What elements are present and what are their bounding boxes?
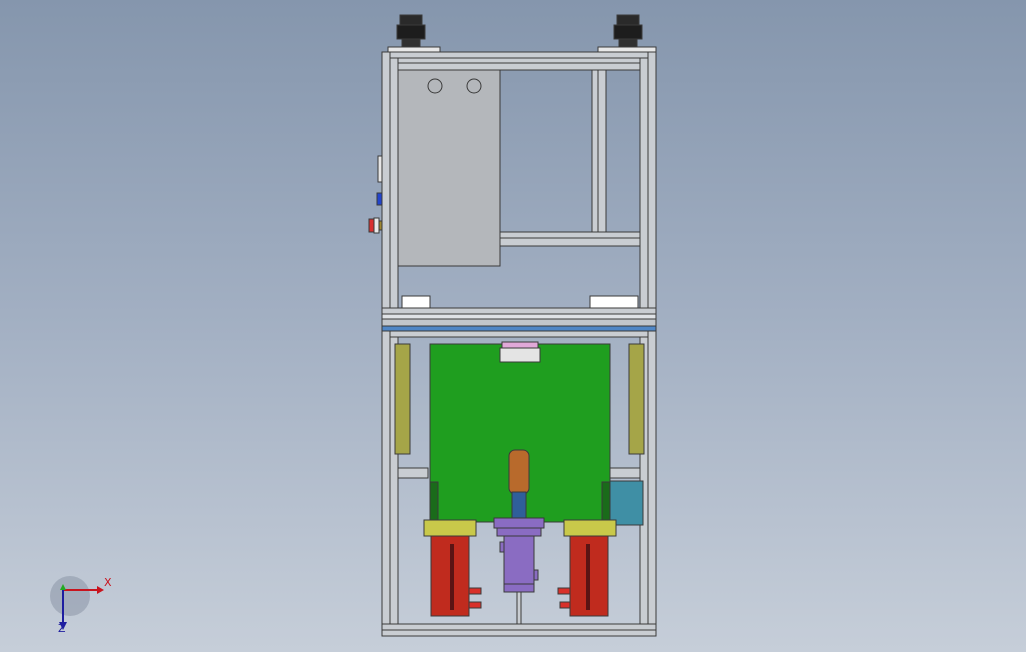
axis-z-label: Z bbox=[58, 622, 66, 635]
cable-gland-right bbox=[597, 14, 657, 53]
side-guide-left bbox=[394, 343, 411, 455]
coupling bbox=[511, 491, 527, 519]
drive-motor-box bbox=[609, 480, 644, 526]
cylinder-mount-plate-right bbox=[563, 519, 617, 537]
blue-indicator-light bbox=[376, 192, 383, 206]
emergency-stop-button bbox=[368, 217, 383, 234]
machine-assembly-front-view bbox=[50, 14, 657, 637]
side-switch bbox=[377, 155, 383, 183]
center-cylinder bbox=[493, 517, 545, 625]
cad-viewport[interactable]: X Z bbox=[0, 0, 1026, 652]
mid-plate bbox=[381, 313, 657, 332]
cylinder-label-left bbox=[450, 544, 454, 610]
block-shadow-right bbox=[601, 481, 611, 523]
block-shadow-left bbox=[429, 481, 439, 523]
cylinder-label-right bbox=[586, 544, 590, 610]
air-fitting-right-2 bbox=[559, 601, 571, 609]
cylinder-mount-plate-left bbox=[423, 519, 477, 537]
side-guide-right bbox=[628, 343, 645, 455]
label-plate-right bbox=[589, 295, 639, 309]
electrical-panel bbox=[397, 69, 501, 267]
axis-x-label: X bbox=[104, 576, 112, 589]
air-fitting-left-1 bbox=[468, 587, 482, 595]
copper-rod bbox=[508, 449, 530, 495]
cable-gland-left bbox=[387, 14, 441, 53]
air-fitting-right-1 bbox=[557, 587, 571, 595]
label-plate-left bbox=[401, 295, 431, 309]
air-fitting-left-2 bbox=[468, 601, 482, 609]
top-mount-bracket bbox=[499, 341, 541, 363]
